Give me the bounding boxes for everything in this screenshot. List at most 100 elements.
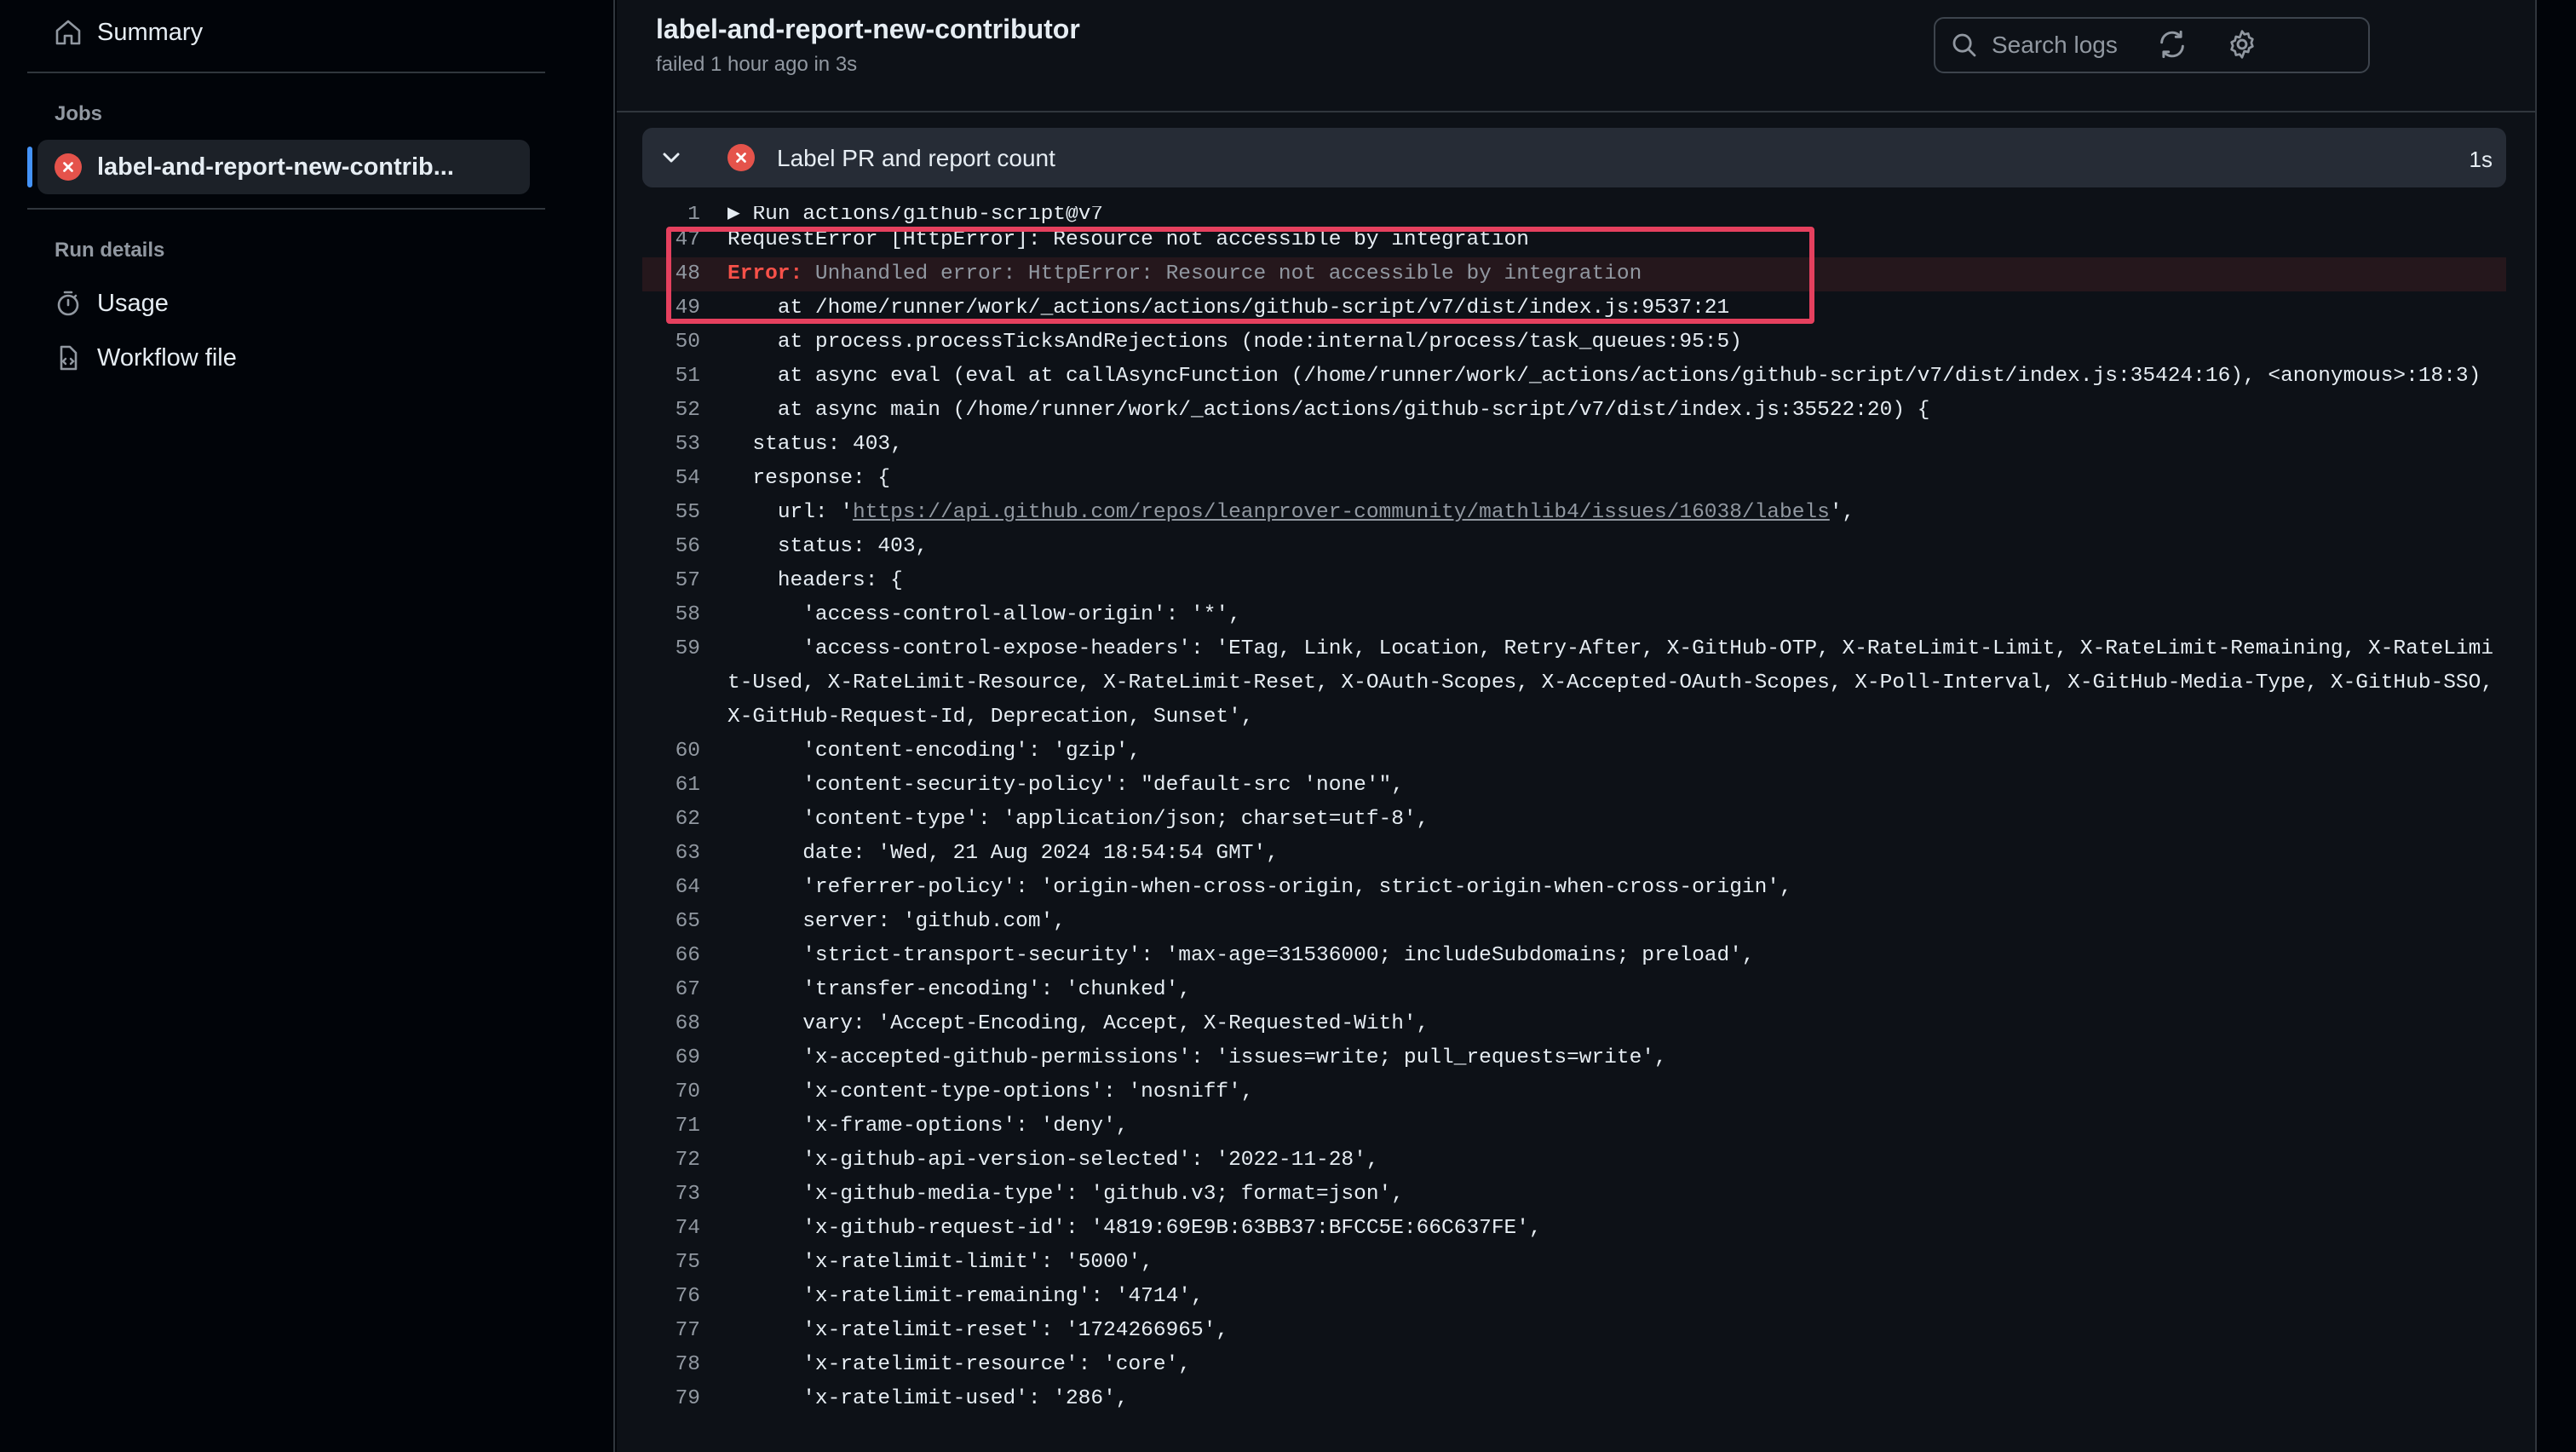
log-text: 'x-github-api-version-selected': '2022-1… [727,1149,1379,1172]
log-text: 'strict-transport-security': 'max-age=31… [727,944,1755,967]
log-line[interactable]: 52 at async main (/home/runner/work/_act… [642,394,2506,428]
line-number[interactable]: 78 [642,1348,727,1382]
line-number[interactable]: 77 [642,1314,727,1348]
sync-icon [2160,30,2184,59]
line-number[interactable]: 72 [642,1144,727,1178]
log-text: Run actions/github-script@v7 [752,206,1104,223]
line-number[interactable]: 59 [642,632,727,735]
log-line[interactable]: 75 'x-ratelimit-limit': '5000', [642,1246,2506,1280]
log-line[interactable]: 49 at /home/runner/work/_actions/actions… [642,291,2506,326]
file-code-icon [55,344,82,372]
line-number[interactable]: 51 [642,360,727,394]
log-line[interactable]: 70 'x-content-type-options': 'nosniff', [642,1075,2506,1109]
line-number[interactable]: 57 [642,564,727,598]
log-line[interactable]: 72 'x-github-api-version-selected': '202… [642,1144,2506,1178]
log-text: status: 403, [727,433,903,456]
log-text: 'x-content-type-options': 'nosniff', [727,1080,1254,1103]
log-line[interactable]: 69 'x-accepted-github-permissions': 'iss… [642,1041,2506,1075]
line-number[interactable]: 67 [642,973,727,1007]
line-number[interactable]: 53 [642,428,727,462]
expand-arrow-icon[interactable]: ▶ [727,206,752,223]
line-number[interactable]: 61 [642,769,727,803]
line-number[interactable]: 71 [642,1109,727,1144]
sidebar-item-usage[interactable]: Usage [55,279,169,327]
line-number[interactable]: 68 [642,1007,727,1041]
log-line[interactable]: 74 'x-github-request-id': '4819:69E9B:63… [642,1212,2506,1246]
log-line[interactable]: 73 'x-github-media-type': 'github.v3; fo… [642,1178,2506,1212]
log-line[interactable]: 59 'access-control-expose-headers': 'ETa… [642,632,2506,735]
log-line[interactable]: 60 'content-encoding': 'gzip', [642,735,2506,769]
log-lines: 1 ▶ Run actions/github-script@v7 47 Requ… [642,206,2506,1416]
line-number[interactable]: 48 [642,257,727,291]
line-number[interactable]: 60 [642,735,727,769]
log-line[interactable]: 57 headers: { [642,564,2506,598]
log-line[interactable]: 47 RequestError [HttpError]: Resource no… [642,223,2506,257]
log-line[interactable]: 62 'content-type': 'application/json; ch… [642,803,2506,837]
line-number[interactable]: 63 [642,837,727,871]
log-line[interactable]: 1 ▶ Run actions/github-script@v7 [642,206,2506,223]
page-title: label-and-report-new-contributor [656,14,1080,44]
line-number[interactable]: 65 [642,905,727,939]
line-number[interactable]: 66 [642,939,727,973]
line-number[interactable]: 58 [642,598,727,632]
line-number[interactable]: 1 [642,206,727,223]
failed-x-icon [55,153,82,181]
line-number[interactable]: 55 [642,496,727,530]
log-line[interactable]: 51 at async eval (eval at callAsyncFunct… [642,360,2506,394]
log-line[interactable]: 61 'content-security-policy': "default-s… [642,769,2506,803]
log-line[interactable]: 55 url: 'https://api.github.com/repos/le… [642,496,2506,530]
sidebar-item-workflow-file[interactable]: Workflow file [55,334,237,382]
failed-x-icon [727,144,755,171]
log-text: vary: 'Accept-Encoding, Accept, X-Reques… [727,1012,1429,1035]
search-icon [1951,32,1978,59]
log-line[interactable]: 79 'x-ratelimit-used': '286', [642,1382,2506,1416]
run-status-text: failed 1 hour ago in 3s [656,53,858,76]
log-line-error[interactable]: 48 Error: Unhandled error: HttpError: Re… [642,257,2506,291]
refresh-button[interactable] [2155,27,2189,61]
log-line[interactable]: 76 'x-ratelimit-remaining': '4714', [642,1280,2506,1314]
line-number[interactable]: 54 [642,462,727,496]
search-logs-field[interactable] [1934,17,2370,73]
log-line[interactable]: 56 status: 403, [642,530,2506,564]
log-line[interactable]: 77 'x-ratelimit-reset': '1724266965', [642,1314,2506,1348]
log-line[interactable]: 78 'x-ratelimit-resource': 'core', [642,1348,2506,1382]
line-number[interactable]: 75 [642,1246,727,1280]
log-text: 'x-github-media-type': 'github.v3; forma… [727,1183,1404,1206]
sidebar-item-job[interactable]: label-and-report-new-contrib... [37,140,530,194]
log-text: 'x-ratelimit-remaining': '4714', [727,1285,1204,1308]
log-line[interactable]: 66 'strict-transport-security': 'max-age… [642,939,2506,973]
sidebar-item-summary[interactable]: Summary [55,9,203,56]
line-number[interactable]: 76 [642,1280,727,1314]
line-number[interactable]: 50 [642,326,727,360]
line-number[interactable]: 73 [642,1178,727,1212]
log-text: 'referrer-policy': 'origin-when-cross-or… [727,876,1792,899]
log-text: 'content-security-policy': "default-src … [727,774,1404,797]
log-line[interactable]: 68 vary: 'Accept-Encoding, Accept, X-Req… [642,1007,2506,1041]
line-number[interactable]: 47 [642,223,727,257]
log-line[interactable]: 67 'transfer-encoding': 'chunked', [642,973,2506,1007]
log-line[interactable]: 54 response: { [642,462,2506,496]
line-number[interactable]: 70 [642,1075,727,1109]
line-number[interactable]: 52 [642,394,727,428]
log-text: 'x-ratelimit-resource': 'core', [727,1353,1191,1376]
api-url-link[interactable]: https://api.github.com/repos/leanprover-… [853,501,1830,524]
log-line[interactable]: 50 at process.processTicksAndRejections … [642,326,2506,360]
step-header-label-pr[interactable]: Label PR and report count 1s [642,128,2506,187]
log-header: label-and-report-new-contributor failed … [617,0,2535,112]
chevron-down-icon [658,144,685,171]
line-number[interactable]: 49 [642,291,727,326]
log-line[interactable]: 65 server: 'github.com', [642,905,2506,939]
log-line[interactable]: 63 date: 'Wed, 21 Aug 2024 18:54:54 GMT'… [642,837,2506,871]
log-line[interactable]: 64 'referrer-policy': 'origin-when-cross… [642,871,2506,905]
line-number[interactable]: 79 [642,1382,727,1416]
line-number[interactable]: 64 [642,871,727,905]
line-number[interactable]: 69 [642,1041,727,1075]
line-number[interactable]: 62 [642,803,727,837]
log-line[interactable]: 53 status: 403, [642,428,2506,462]
log-line[interactable]: 58 'access-control-allow-origin': '*', [642,598,2506,632]
log-line[interactable]: 71 'x-frame-options': 'deny', [642,1109,2506,1144]
log-panel: label-and-report-new-contributor failed … [617,0,2535,1452]
settings-button[interactable] [2225,27,2259,61]
line-number[interactable]: 74 [642,1212,727,1246]
line-number[interactable]: 56 [642,530,727,564]
